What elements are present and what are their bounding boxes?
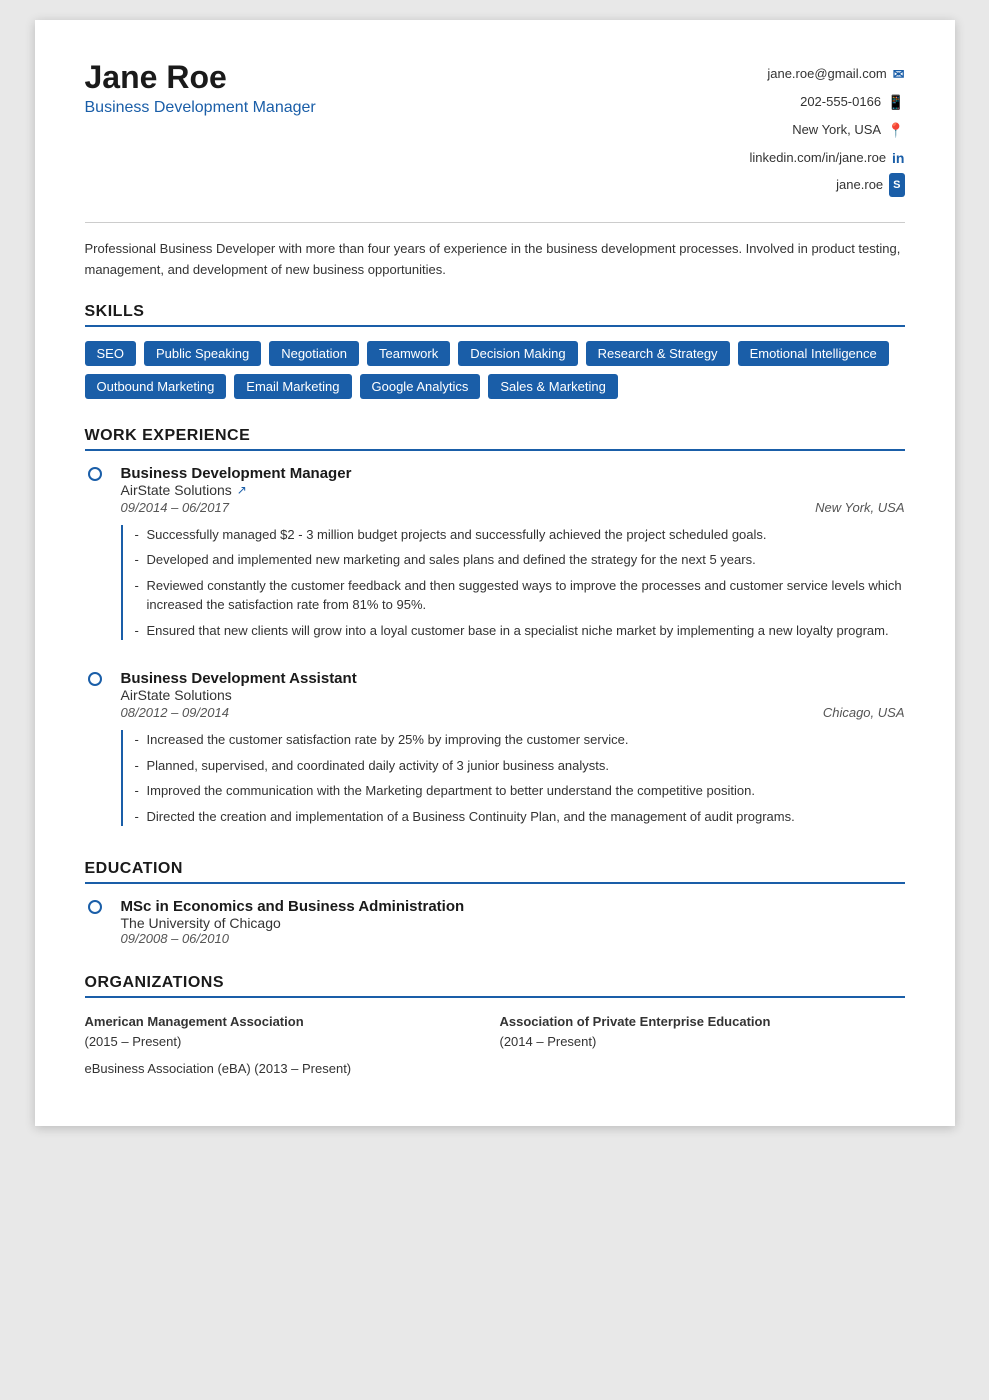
skill-tag: Teamwork	[367, 341, 450, 366]
person-name: Jane Roe	[85, 60, 316, 95]
portfolio-icon: S	[889, 173, 904, 197]
dot-circle	[88, 467, 102, 481]
org-single: eBusiness Association (eBA) (2013 – Pres…	[85, 1061, 905, 1076]
bullet-item: Reviewed constantly the customer feedbac…	[137, 576, 905, 615]
skill-tag: Emotional Intelligence	[738, 341, 889, 366]
location-line: New York, USA 📍	[749, 116, 904, 144]
bullet-item: Increased the customer satisfaction rate…	[137, 730, 905, 750]
skill-tag: Email Marketing	[234, 374, 351, 399]
edu-date: 09/2008 – 06/2010	[121, 931, 465, 946]
job-location: Chicago, USA	[823, 705, 905, 720]
skill-tag: Google Analytics	[360, 374, 481, 399]
bullet-item: Planned, supervised, and coordinated dai…	[137, 756, 905, 776]
bullet-item: Directed the creation and implementation…	[137, 807, 905, 827]
email-icon: ✉	[893, 60, 905, 88]
edu-school: The University of Chicago	[121, 915, 465, 931]
job-location: New York, USA	[815, 500, 904, 515]
header-left: Jane Roe Business Development Manager	[85, 60, 316, 117]
portfolio-line: jane.roe S	[749, 172, 904, 198]
job-content: Business Development ManagerAirState Sol…	[121, 465, 905, 647]
date-location: 09/2014 – 06/2017 New York, USA	[121, 500, 905, 515]
company-line: AirState Solutions	[121, 687, 905, 703]
resume-container: Jane Roe Business Development Manager ja…	[35, 20, 955, 1126]
org-grid: American Management Association(2015 – P…	[85, 1012, 905, 1051]
date-location: 08/2012 – 09/2014 Chicago, USA	[121, 705, 905, 720]
job-date: 09/2014 – 06/2017	[121, 500, 229, 515]
skills-tags-container: SEO Public Speaking Negotiation Teamwork Dec…	[85, 341, 905, 399]
company-name: AirState Solutions	[121, 687, 232, 703]
edu-dot-circle	[88, 900, 102, 914]
person-title: Business Development Manager	[85, 99, 316, 117]
portfolio-text: jane.roe	[836, 172, 883, 198]
company-name: AirState Solutions	[121, 482, 232, 498]
job-title: Business Development Manager	[121, 465, 905, 482]
skill-tag: Public Speaking	[144, 341, 261, 366]
email-line: jane.roe@gmail.com ✉	[749, 60, 904, 88]
education-list: MSc in Economics and Business Administra…	[85, 898, 905, 946]
job-bullets: Successfully managed $2 - 3 million budg…	[121, 525, 905, 641]
jobs-list: Business Development ManagerAirState Sol…	[85, 465, 905, 833]
timeline-dot	[85, 465, 105, 647]
bullet-item: Improved the communication with the Mark…	[137, 781, 905, 801]
dot-circle	[88, 672, 102, 686]
external-link-icon[interactable]: ↗	[237, 483, 247, 497]
linkedin-icon: in	[892, 144, 904, 172]
work-item: Business Development AssistantAirState S…	[85, 670, 905, 832]
header: Jane Roe Business Development Manager ja…	[85, 60, 905, 198]
skill-tag: Research & Strategy	[586, 341, 730, 366]
phone-text: 202-555-0166	[800, 89, 881, 115]
contact-info: jane.roe@gmail.com ✉ 202-555-0166 📱 New …	[749, 60, 904, 198]
linkedin-line: linkedin.com/in/jane.roe in	[749, 144, 904, 172]
location-icon: 📍	[887, 116, 904, 144]
job-content: Business Development AssistantAirState S…	[121, 670, 905, 832]
skill-tag: Negotiation	[269, 341, 359, 366]
bullet-item: Developed and implemented new marketing …	[137, 550, 905, 570]
job-title: Business Development Assistant	[121, 670, 905, 687]
job-date: 08/2012 – 09/2014	[121, 705, 229, 720]
phone-icon: 📱	[887, 88, 904, 116]
edu-content: MSc in Economics and Business Administra…	[121, 898, 465, 946]
education-title: EDUCATION	[85, 860, 905, 884]
education-section: EDUCATION MSc in Economics and Business …	[85, 860, 905, 946]
org-item: American Management Association(2015 – P…	[85, 1012, 490, 1051]
skills-title: SKILLS	[85, 303, 905, 327]
skill-tag: SEO	[85, 341, 136, 366]
skill-tag: Sales & Marketing	[488, 374, 618, 399]
timeline-dot	[85, 670, 105, 832]
linkedin-text: linkedin.com/in/jane.roe	[749, 145, 886, 171]
edu-degree: MSc in Economics and Business Administra…	[121, 898, 465, 915]
org-item: Association of Private Enterprise Educat…	[500, 1012, 905, 1051]
company-line: AirState Solutions ↗	[121, 482, 905, 498]
skills-section: SKILLS SEO Public Speaking Negotiation Team…	[85, 303, 905, 399]
phone-line: 202-555-0166 📱	[749, 88, 904, 116]
work-title: WORK EXPERIENCE	[85, 427, 905, 451]
bullet-item: Ensured that new clients will grow into …	[137, 621, 905, 641]
work-item: Business Development ManagerAirState Sol…	[85, 465, 905, 647]
edu-item: MSc in Economics and Business Administra…	[85, 898, 905, 946]
bullet-item: Successfully managed $2 - 3 million budg…	[137, 525, 905, 545]
edu-timeline-dot	[85, 898, 105, 946]
organizations-section: ORGANIZATIONS American Management Associ…	[85, 974, 905, 1076]
work-experience-section: WORK EXPERIENCE Business Development Man…	[85, 427, 905, 833]
location-text: New York, USA	[792, 117, 881, 143]
job-bullets: Increased the customer satisfaction rate…	[121, 730, 905, 826]
skill-tag: Outbound Marketing	[85, 374, 227, 399]
email-text: jane.roe@gmail.com	[767, 61, 886, 87]
summary-text: Professional Business Developer with mor…	[85, 222, 905, 281]
skill-tag: Decision Making	[458, 341, 577, 366]
org-title: ORGANIZATIONS	[85, 974, 905, 998]
